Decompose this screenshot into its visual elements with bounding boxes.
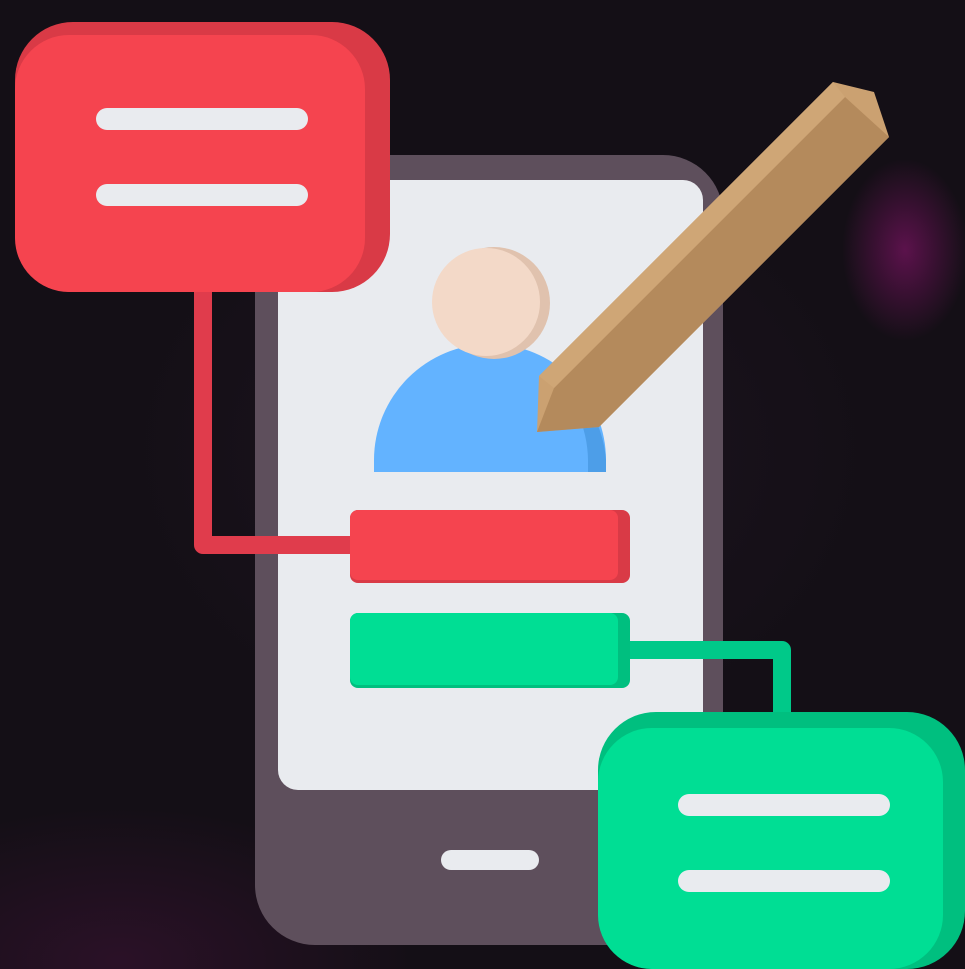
red-card-face <box>15 35 365 292</box>
home-button <box>441 850 539 870</box>
mobile-form-illustration <box>15 22 965 969</box>
green-card-face <box>598 728 943 969</box>
red-speech-card-icon <box>15 22 390 292</box>
green-card-line-2 <box>678 870 890 892</box>
avatar-head <box>432 248 540 356</box>
red-form-field <box>350 510 618 580</box>
illustration-canvas <box>0 0 965 969</box>
green-card-line-1 <box>678 794 890 816</box>
red-card-line-2 <box>96 184 308 206</box>
green-speech-card-icon <box>598 712 965 969</box>
green-form-field <box>350 613 618 685</box>
red-card-line-1 <box>96 108 308 130</box>
